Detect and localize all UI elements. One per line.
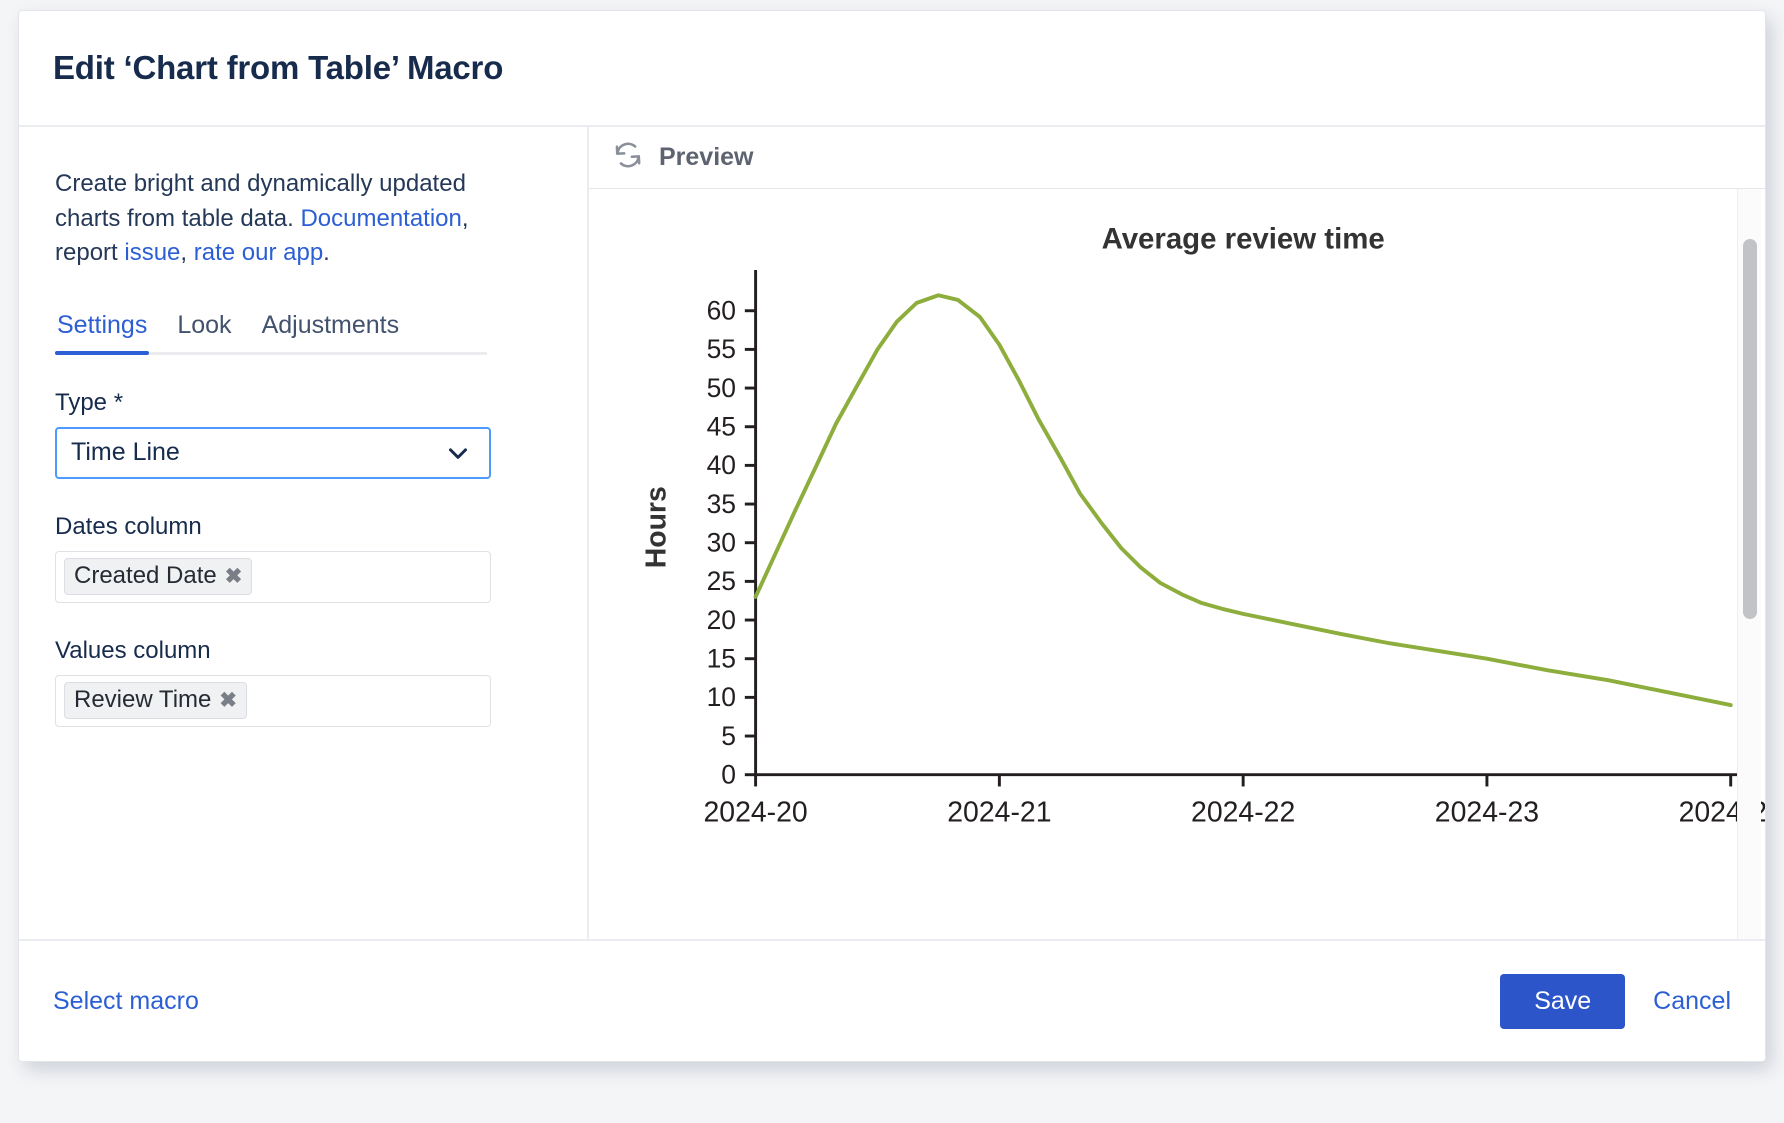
field-values-column: Values column Review Time ✖ (55, 637, 551, 727)
y-tick-label: 40 (707, 450, 736, 480)
type-select-value: Time Line (71, 438, 180, 467)
tab-look[interactable]: Look (175, 311, 233, 352)
settings-tabs: Settings Look Adjustments (55, 311, 487, 355)
token-created-date: Created Date ✖ (64, 558, 253, 596)
edit-macro-dialog: Edit ‘Chart from Table’ Macro Create bri… (18, 10, 1766, 1062)
values-column-label: Values column (55, 636, 211, 664)
values-column-input[interactable]: Review Time ✖ (55, 674, 491, 727)
preview-label: Preview (659, 143, 754, 171)
type-select[interactable]: Time Line (55, 426, 491, 479)
remove-token-icon[interactable]: ✖ (225, 566, 243, 587)
chart-line-series (753, 293, 1733, 708)
field-dates-column: Dates column Created Date ✖ (55, 513, 551, 603)
preview-canvas: Average review time 0 5 10 15 20 25 30 35 40 45 50 5… (589, 189, 1765, 939)
tab-adjustments[interactable]: Adjustments (260, 311, 402, 352)
preview-scrollbar-thumb[interactable] (1743, 239, 1757, 619)
dialog-body: Create bright and dynamically updated ch… (19, 127, 1765, 941)
settings-pane: Create bright and dynamically updated ch… (19, 127, 589, 939)
chevron-down-icon (443, 438, 473, 468)
field-type: Type * Time Line (55, 389, 551, 479)
intro-end: . (323, 239, 330, 267)
y-tick-label: 30 (707, 528, 736, 558)
y-tick-label: 60 (707, 296, 736, 326)
y-tick-label: 45 (707, 412, 736, 442)
cancel-button[interactable]: Cancel (1653, 987, 1731, 1016)
y-tick-label: 10 (707, 682, 736, 712)
remove-token-icon[interactable]: ✖ (219, 690, 237, 711)
x-tick-label: 2024-21 (947, 797, 1051, 829)
token-review-time-label: Review Time (74, 686, 212, 714)
documentation-link[interactable]: Documentation (300, 205, 461, 232)
y-axis-label: Hours (640, 486, 672, 568)
report-issue-link[interactable]: issue (124, 239, 180, 266)
footer-actions: Save Cancel (1500, 973, 1731, 1029)
y-tick-label: 20 (707, 605, 736, 635)
save-button[interactable]: Save (1500, 973, 1626, 1029)
dialog-header: Edit ‘Chart from Table’ Macro (19, 11, 1765, 127)
preview-scrollbar-track[interactable] (1737, 189, 1761, 939)
token-created-date-label: Created Date (74, 562, 217, 590)
intro-text: Create bright and dynamically updated ch… (55, 167, 495, 271)
x-tick-label: 2024-20 (703, 797, 807, 829)
tab-settings[interactable]: Settings (55, 311, 150, 355)
y-tick-label: 50 (707, 373, 736, 403)
page-title: Edit ‘Chart from Table’ Macro (53, 49, 504, 86)
y-tick-label: 55 (707, 334, 736, 364)
y-tick-label: 25 (707, 566, 736, 596)
dialog-footer: Select macro Save Cancel (19, 941, 1765, 1061)
y-tick-label: 35 (707, 489, 736, 519)
dates-column-input[interactable]: Created Date ✖ (55, 550, 491, 603)
dates-column-label: Dates column (55, 512, 202, 540)
intro-sep-2: , (180, 239, 194, 267)
x-tick-label: 2024-23 (1435, 797, 1539, 829)
screen-root: Edit ‘Chart from Table’ Macro Create bri… (0, 0, 1784, 1123)
x-tick-label: 2024-22 (1191, 797, 1295, 829)
y-tick-label: 5 (721, 721, 736, 751)
preview-header: Preview (589, 127, 1765, 189)
chart-container: Average review time 0 5 10 15 20 25 30 35 40 45 50 5… (589, 189, 1765, 939)
rate-our-app-link[interactable]: rate our app (194, 239, 323, 266)
average-review-time-chart: Average review time 0 5 10 15 20 25 30 35 40 45 50 5… (640, 222, 1765, 829)
chart-title: Average review time (1102, 222, 1385, 255)
refresh-icon[interactable] (613, 140, 643, 175)
select-macro-link[interactable]: Select macro (53, 987, 199, 1016)
type-label: Type * (55, 388, 124, 416)
y-tick-label: 15 (707, 644, 736, 674)
preview-pane: Preview Average review time 0 5 10 15 20 25 30 3… (589, 127, 1765, 939)
y-tick-label: 0 (721, 760, 736, 790)
token-review-time: Review Time ✖ (64, 682, 247, 720)
